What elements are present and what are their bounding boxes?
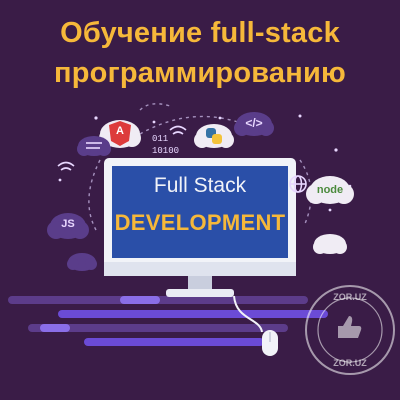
binary-line-1: 011	[152, 134, 169, 144]
node-label: node	[316, 184, 344, 196]
code-brackets-label: </>	[245, 116, 263, 130]
screen-subtitle: DEVELOPMENT	[114, 210, 286, 235]
illustration	[8, 103, 395, 375]
cloud-decor-light	[313, 234, 347, 254]
globe-icon	[289, 175, 307, 193]
js-label: JS	[61, 218, 75, 230]
angular-label: A	[116, 125, 124, 137]
screen-title: Full Stack	[153, 174, 247, 197]
floor-stripes	[8, 296, 328, 346]
binary-line-2: 10100	[152, 146, 180, 156]
python-icon	[194, 124, 234, 148]
watermark-top: ZOR.UZ	[333, 292, 367, 302]
watermark-bottom: ZOR.UZ	[333, 358, 367, 368]
banner: Обучение full-stack программированию A <…	[0, 0, 400, 400]
